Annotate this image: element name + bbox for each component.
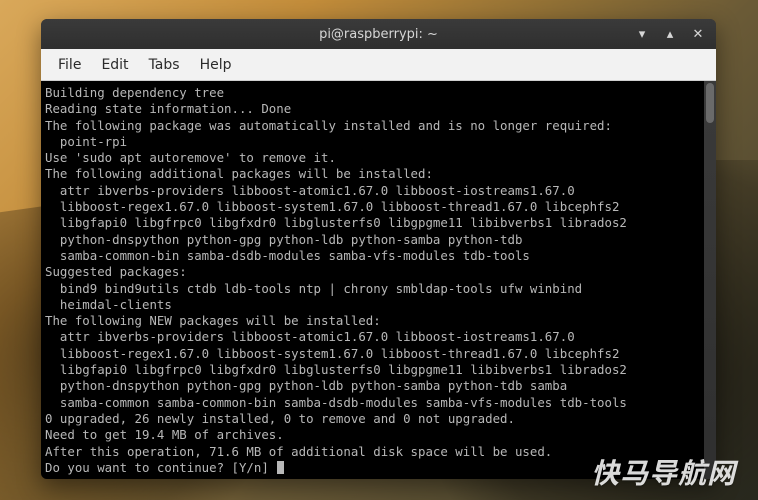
terminal-scrollbar[interactable] — [704, 81, 716, 479]
terminal-line: Reading state information... Done — [45, 101, 710, 117]
menu-tabs[interactable]: Tabs — [140, 53, 189, 77]
terminal-output[interactable]: Building dependency treeReading state in… — [41, 81, 716, 479]
terminal-window: pi@raspberrypi: ~ ▾ ▴ ✕ File Edit Tabs H… — [41, 19, 716, 479]
terminal-line: 0 upgraded, 26 newly installed, 0 to rem… — [45, 411, 710, 427]
maximize-button[interactable]: ▴ — [658, 22, 682, 46]
menu-bar: File Edit Tabs Help — [41, 49, 716, 81]
window-controls: ▾ ▴ ✕ — [630, 19, 710, 49]
terminal-line: Use 'sudo apt autoremove' to remove it. — [45, 150, 710, 166]
minimize-button[interactable]: ▾ — [630, 22, 654, 46]
terminal-line: samba-common samba-common-bin samba-dsdb… — [45, 395, 710, 411]
terminal-line: The following package was automatically … — [45, 118, 710, 134]
terminal-line: The following NEW packages will be insta… — [45, 313, 710, 329]
terminal-line: Building dependency tree — [45, 85, 710, 101]
window-title: pi@raspberrypi: ~ — [319, 27, 438, 42]
terminal-line: python-dnspython python-gpg python-ldb p… — [45, 378, 710, 394]
minimize-icon: ▾ — [639, 27, 646, 42]
terminal-cursor — [277, 461, 284, 474]
terminal-line: heimdal-clients — [45, 297, 710, 313]
scrollbar-thumb[interactable] — [706, 83, 714, 123]
close-icon: ✕ — [693, 27, 704, 42]
terminal-area[interactable]: Building dependency treeReading state in… — [41, 81, 716, 479]
terminal-line: samba-common-bin samba-dsdb-modules samb… — [45, 248, 710, 264]
menu-edit[interactable]: Edit — [92, 53, 137, 77]
terminal-line: Suggested packages: — [45, 264, 710, 280]
terminal-line: libgfapi0 libgfrpc0 libgfxdr0 libgluster… — [45, 362, 710, 378]
terminal-line: libboost-regex1.67.0 libboost-system1.67… — [45, 199, 710, 215]
terminal-line: attr ibverbs-providers libboost-atomic1.… — [45, 183, 710, 199]
terminal-line: point-rpi — [45, 134, 710, 150]
terminal-line: libboost-regex1.67.0 libboost-system1.67… — [45, 346, 710, 362]
maximize-icon: ▴ — [667, 27, 674, 42]
terminal-line: python-dnspython python-gpg python-ldb p… — [45, 232, 710, 248]
close-button[interactable]: ✕ — [686, 22, 710, 46]
window-titlebar[interactable]: pi@raspberrypi: ~ ▾ ▴ ✕ — [41, 19, 716, 49]
menu-help[interactable]: Help — [191, 53, 241, 77]
terminal-line: libgfapi0 libgfrpc0 libgfxdr0 libgluster… — [45, 215, 710, 231]
terminal-line: attr ibverbs-providers libboost-atomic1.… — [45, 329, 710, 345]
terminal-line: After this operation, 71.6 MB of additio… — [45, 444, 710, 460]
terminal-line: Do you want to continue? [Y/n] — [45, 460, 710, 476]
menu-file[interactable]: File — [49, 53, 90, 77]
terminal-line: Need to get 19.4 MB of archives. — [45, 427, 710, 443]
terminal-line: The following additional packages will b… — [45, 166, 710, 182]
terminal-line: bind9 bind9utils ctdb ldb-tools ntp | ch… — [45, 281, 710, 297]
